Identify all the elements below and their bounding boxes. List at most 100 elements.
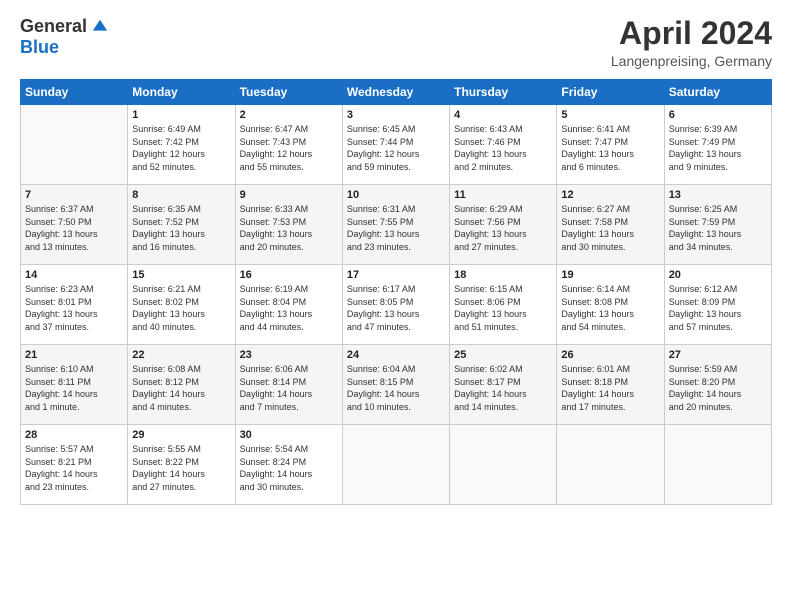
day-info: Sunrise: 6:25 AM Sunset: 7:59 PM Dayligh… <box>669 203 767 253</box>
day-info: Sunrise: 6:37 AM Sunset: 7:50 PM Dayligh… <box>25 203 123 253</box>
calendar-cell: 23 Sunrise: 6:06 AM Sunset: 8:14 PM Dayli… <box>235 345 342 425</box>
day-number: 9 <box>240 189 338 201</box>
day-number: 13 <box>669 189 767 201</box>
day-info: Sunrise: 6:33 AM Sunset: 7:53 PM Dayligh… <box>240 203 338 253</box>
day-number: 18 <box>454 269 552 281</box>
day-info: Sunrise: 6:17 AM Sunset: 8:05 PM Dayligh… <box>347 283 445 333</box>
location-text: Langenpreising, Germany <box>611 53 772 69</box>
day-info: Sunrise: 6:21 AM Sunset: 8:02 PM Dayligh… <box>132 283 230 333</box>
calendar-cell: 20Sunrise: 6:12 AM Sunset: 8:09 PM Dayli… <box>664 265 771 345</box>
calendar-cell: 6Sunrise: 6:39 AM Sunset: 7:49 PM Daylig… <box>664 105 771 185</box>
calendar-cell <box>342 425 449 505</box>
day-of-week-header: Tuesday <box>235 80 342 105</box>
day-number: 5 <box>561 109 659 121</box>
day-number: 2 <box>240 109 338 121</box>
calendar-week-row: 28 Sunrise: 5:57 AM Sunset: 8:21 PM Dayli… <box>21 425 772 505</box>
day-number: 19 <box>561 269 659 281</box>
day-info: Sunrise: 6:49 AM Sunset: 7:42 PM Dayligh… <box>132 123 230 173</box>
day-info: Sunrise: 6:29 AM Sunset: 7:56 PM Dayligh… <box>454 203 552 253</box>
calendar-cell: 18Sunrise: 6:15 AM Sunset: 8:06 PM Dayli… <box>450 265 557 345</box>
day-info: Sunrise: 6:23 AM Sunset: 8:01 PM Dayligh… <box>25 283 123 333</box>
day-info: Sunrise: 5:57 AM Sunset: 8:21 PM Dayligh… <box>25 443 123 493</box>
calendar-cell: 17 Sunrise: 6:17 AM Sunset: 8:05 PM Dayli… <box>342 265 449 345</box>
day-info: Sunrise: 6:41 AM Sunset: 7:47 PM Dayligh… <box>561 123 659 173</box>
day-info: Sunrise: 6:43 AM Sunset: 7:46 PM Dayligh… <box>454 123 552 173</box>
calendar-cell: 19 Sunrise: 6:14 AM Sunset: 8:08 PM Dayli… <box>557 265 664 345</box>
calendar-week-row: 21 Sunrise: 6:10 AM Sunset: 8:11 PM Dayli… <box>21 345 772 425</box>
calendar-cell: 11 Sunrise: 6:29 AM Sunset: 7:56 PM Dayli… <box>450 185 557 265</box>
day-info: Sunrise: 6:35 AM Sunset: 7:52 PM Dayligh… <box>132 203 230 253</box>
calendar-cell: 15 Sunrise: 6:21 AM Sunset: 8:02 PM Dayli… <box>128 265 235 345</box>
calendar-cell: 30 Sunrise: 5:54 AM Sunset: 8:24 PM Dayli… <box>235 425 342 505</box>
day-number: 12 <box>561 189 659 201</box>
logo-blue-text: Blue <box>20 37 59 58</box>
day-number: 14 <box>25 269 123 281</box>
day-info: Sunrise: 6:04 AM Sunset: 8:15 PM Dayligh… <box>347 363 445 413</box>
day-number: 3 <box>347 109 445 121</box>
calendar-cell: 27 Sunrise: 5:59 AM Sunset: 8:20 PM Dayli… <box>664 345 771 425</box>
calendar-cell <box>21 105 128 185</box>
day-info: Sunrise: 6:27 AM Sunset: 7:58 PM Dayligh… <box>561 203 659 253</box>
calendar-cell: 5 Sunrise: 6:41 AM Sunset: 7:47 PM Daylig… <box>557 105 664 185</box>
day-info: Sunrise: 6:08 AM Sunset: 8:12 PM Dayligh… <box>132 363 230 413</box>
day-of-week-header: Wednesday <box>342 80 449 105</box>
calendar-cell: 13 Sunrise: 6:25 AM Sunset: 7:59 PM Dayli… <box>664 185 771 265</box>
day-number: 25 <box>454 349 552 361</box>
calendar-cell: 14 Sunrise: 6:23 AM Sunset: 8:01 PM Dayli… <box>21 265 128 345</box>
day-number: 10 <box>347 189 445 201</box>
day-number: 1 <box>132 109 230 121</box>
day-info: Sunrise: 6:47 AM Sunset: 7:43 PM Dayligh… <box>240 123 338 173</box>
calendar-cell: 26Sunrise: 6:01 AM Sunset: 8:18 PM Dayli… <box>557 345 664 425</box>
day-info: Sunrise: 6:12 AM Sunset: 8:09 PM Dayligh… <box>669 283 767 333</box>
day-info: Sunrise: 6:19 AM Sunset: 8:04 PM Dayligh… <box>240 283 338 333</box>
calendar-cell: 7 Sunrise: 6:37 AM Sunset: 7:50 PM Daylig… <box>21 185 128 265</box>
day-number: 30 <box>240 429 338 441</box>
day-number: 23 <box>240 349 338 361</box>
day-number: 8 <box>132 189 230 201</box>
day-number: 7 <box>25 189 123 201</box>
calendar-cell: 28 Sunrise: 5:57 AM Sunset: 8:21 PM Dayli… <box>21 425 128 505</box>
calendar-cell <box>664 425 771 505</box>
header: General Blue April 2024 Langenpreising, … <box>20 16 772 69</box>
calendar-cell: 10 Sunrise: 6:31 AM Sunset: 7:55 PM Dayli… <box>342 185 449 265</box>
calendar-table: SundayMondayTuesdayWednesdayThursdayFrid… <box>20 79 772 505</box>
day-info: Sunrise: 5:59 AM Sunset: 8:20 PM Dayligh… <box>669 363 767 413</box>
day-info: Sunrise: 6:02 AM Sunset: 8:17 PM Dayligh… <box>454 363 552 413</box>
day-number: 16 <box>240 269 338 281</box>
day-number: 21 <box>25 349 123 361</box>
title-block: April 2024 Langenpreising, Germany <box>611 16 772 69</box>
calendar-header-row: SundayMondayTuesdayWednesdayThursdayFrid… <box>21 80 772 105</box>
calendar-cell: 3Sunrise: 6:45 AM Sunset: 7:44 PM Daylig… <box>342 105 449 185</box>
day-info: Sunrise: 6:39 AM Sunset: 7:49 PM Dayligh… <box>669 123 767 173</box>
day-info: Sunrise: 6:06 AM Sunset: 8:14 PM Dayligh… <box>240 363 338 413</box>
day-of-week-header: Saturday <box>664 80 771 105</box>
calendar-cell: 29Sunrise: 5:55 AM Sunset: 8:22 PM Dayli… <box>128 425 235 505</box>
calendar-cell: 24 Sunrise: 6:04 AM Sunset: 8:15 PM Dayli… <box>342 345 449 425</box>
day-number: 17 <box>347 269 445 281</box>
calendar-cell: 1 Sunrise: 6:49 AM Sunset: 7:42 PM Daylig… <box>128 105 235 185</box>
day-number: 15 <box>132 269 230 281</box>
day-info: Sunrise: 6:14 AM Sunset: 8:08 PM Dayligh… <box>561 283 659 333</box>
calendar-cell <box>450 425 557 505</box>
day-number: 29 <box>132 429 230 441</box>
month-title: April 2024 <box>611 16 772 51</box>
calendar-cell: 12 Sunrise: 6:27 AM Sunset: 7:58 PM Dayli… <box>557 185 664 265</box>
calendar-week-row: 1 Sunrise: 6:49 AM Sunset: 7:42 PM Daylig… <box>21 105 772 185</box>
day-info: Sunrise: 6:31 AM Sunset: 7:55 PM Dayligh… <box>347 203 445 253</box>
day-number: 11 <box>454 189 552 201</box>
day-number: 24 <box>347 349 445 361</box>
day-number: 22 <box>132 349 230 361</box>
day-number: 28 <box>25 429 123 441</box>
calendar-cell: 21 Sunrise: 6:10 AM Sunset: 8:11 PM Dayli… <box>21 345 128 425</box>
day-of-week-header: Sunday <box>21 80 128 105</box>
day-of-week-header: Monday <box>128 80 235 105</box>
day-info: Sunrise: 5:54 AM Sunset: 8:24 PM Dayligh… <box>240 443 338 493</box>
day-of-week-header: Friday <box>557 80 664 105</box>
logo: General Blue <box>20 16 109 58</box>
day-number: 27 <box>669 349 767 361</box>
day-info: Sunrise: 6:10 AM Sunset: 8:11 PM Dayligh… <box>25 363 123 413</box>
calendar-cell: 2 Sunrise: 6:47 AM Sunset: 7:43 PM Daylig… <box>235 105 342 185</box>
calendar-cell: 22 Sunrise: 6:08 AM Sunset: 8:12 PM Dayli… <box>128 345 235 425</box>
day-number: 26 <box>561 349 659 361</box>
day-of-week-header: Thursday <box>450 80 557 105</box>
